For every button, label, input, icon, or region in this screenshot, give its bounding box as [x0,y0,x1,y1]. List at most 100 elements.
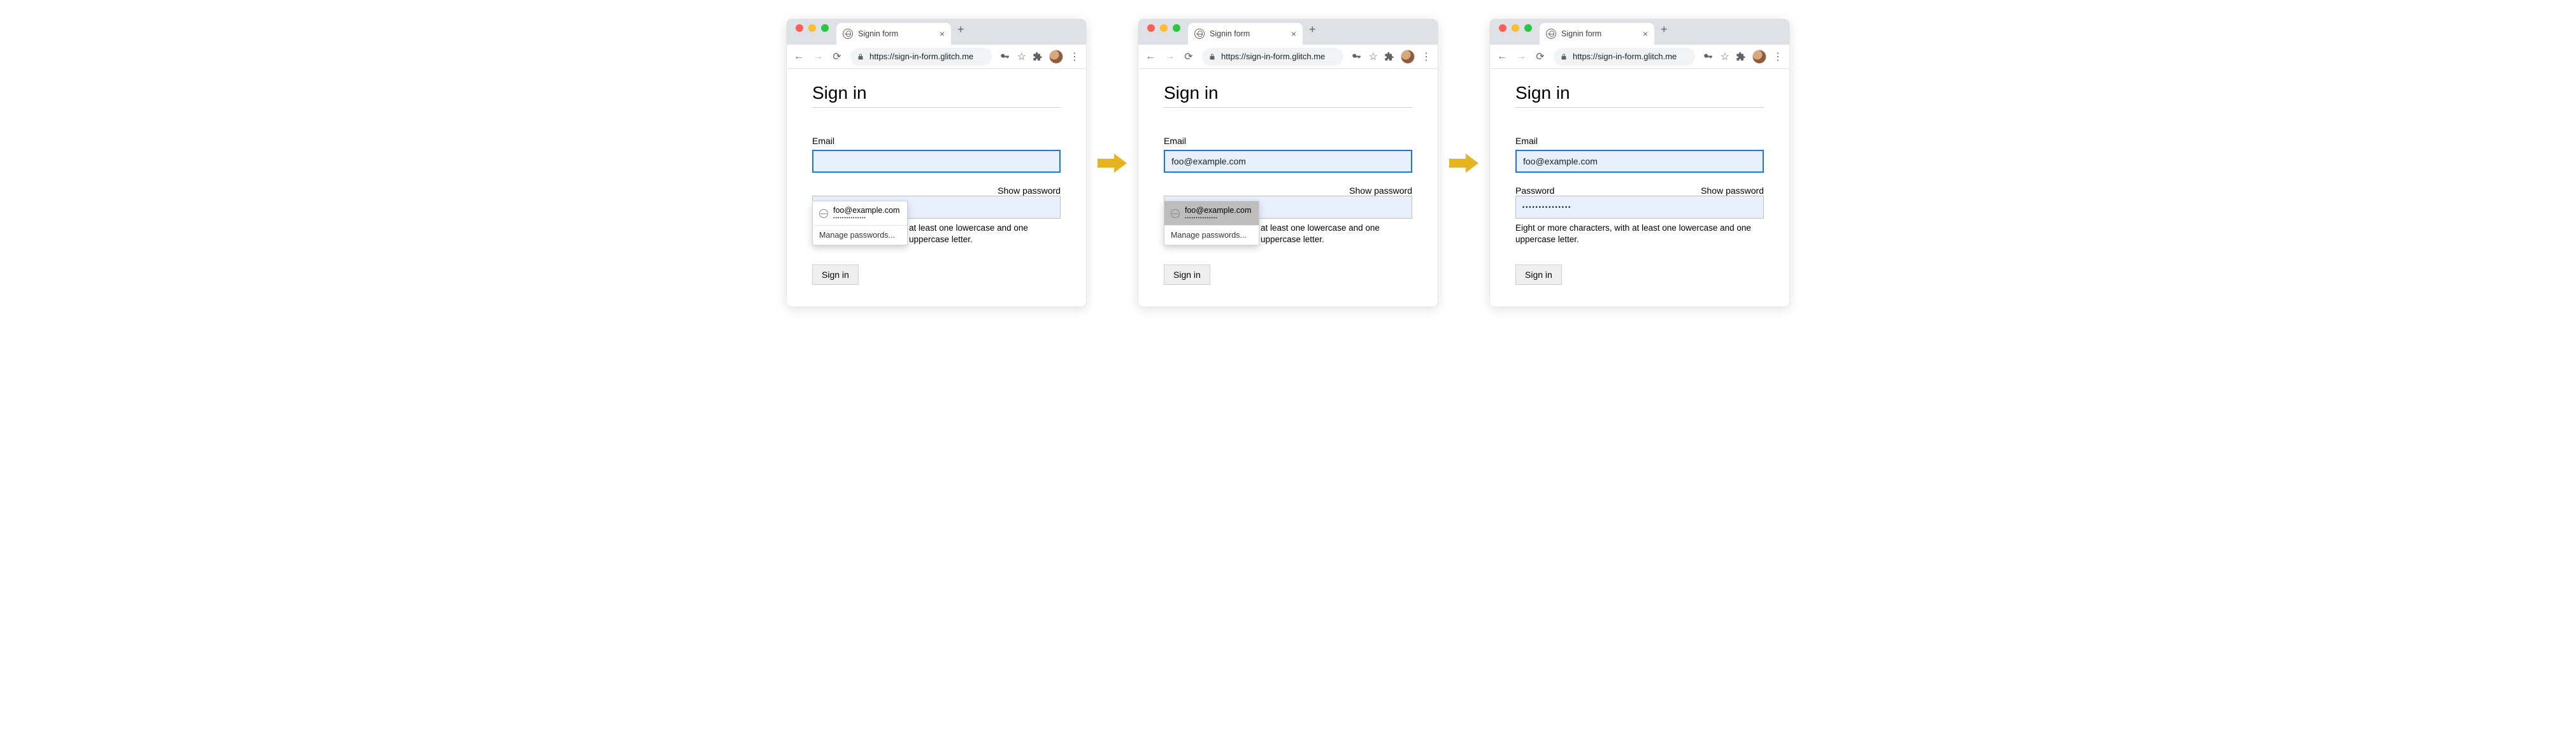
email-input[interactable] [1515,150,1764,173]
extensions-icon[interactable] [1384,52,1394,62]
star-icon[interactable]: ☆ [1369,50,1378,63]
page-heading: Sign in [1164,83,1412,103]
page-content: Sign in Email foo@example.com ••••••••••… [787,69,1086,307]
close-window-button[interactable] [1147,24,1155,32]
autofill-dropdown: foo@example.com ••••••••••••••• Manage p… [812,201,908,245]
minimize-window-button[interactable] [808,24,816,32]
arrow-icon [1098,154,1127,173]
profile-avatar[interactable] [1752,50,1766,64]
address-bar[interactable]: https://sign-in-form.glitch.me [1554,48,1695,66]
reload-button[interactable]: ⟳ [1183,50,1194,63]
page-content: Sign in Email foo@example.com ••••••••••… [1138,69,1438,307]
menu-icon[interactable]: ⋮ [1773,50,1783,63]
maximize-window-button[interactable] [1173,24,1180,32]
profile-avatar[interactable] [1049,50,1063,64]
page-heading: Sign in [1515,83,1764,103]
maximize-window-button[interactable] [821,24,829,32]
close-tab-icon[interactable]: × [1291,29,1296,38]
signin-button[interactable]: Sign in [812,265,859,285]
maximize-window-button[interactable] [1524,24,1532,32]
reload-button[interactable]: ⟳ [831,50,843,63]
browser-tab[interactable]: Signin form × [836,23,951,45]
forward-button[interactable]: → [1164,51,1175,62]
key-icon[interactable] [1703,51,1714,62]
back-button[interactable]: ← [793,51,805,62]
titlebar: Signin form × + [1138,19,1438,45]
tab-title: Signin form [858,29,898,38]
show-password-toggle[interactable]: Show password [1701,185,1764,196]
show-password-toggle[interactable]: Show password [1349,185,1412,196]
menu-icon[interactable]: ⋮ [1421,50,1431,63]
new-tab-button[interactable]: + [951,23,971,41]
toolbar: ← → ⟳ https://sign-in-form.glitch.me ☆ ⋮ [1138,45,1438,69]
divider [1164,107,1412,108]
address-bar[interactable]: https://sign-in-form.glitch.me [850,48,992,66]
star-icon[interactable]: ☆ [1721,50,1729,63]
close-tab-icon[interactable]: × [940,29,945,38]
url-text: https://sign-in-form.glitch.me [869,52,973,61]
signin-button[interactable]: Sign in [1164,265,1210,285]
email-input[interactable] [1164,150,1412,173]
browser-tab[interactable]: Signin form × [1188,23,1303,45]
globe-icon [1546,29,1556,39]
toolbar-actions: ☆ ⋮ [1703,50,1783,64]
extensions-icon[interactable] [1033,52,1043,62]
close-tab-icon[interactable]: × [1643,29,1648,38]
close-window-button[interactable] [1499,24,1506,32]
tab-title: Signin form [1561,29,1601,38]
browser-window-3: Signin form × + ← → ⟳ https://sign-in-fo… [1490,19,1789,307]
autofill-email: foo@example.com [1185,206,1251,215]
autofill-password-mask: ••••••••••••••• [833,216,899,221]
page-content: Sign in Email Password Show password •••… [1490,69,1789,307]
titlebar: Signin form × + [1490,19,1789,45]
key-icon[interactable] [999,51,1011,62]
menu-icon[interactable]: ⋮ [1070,50,1080,63]
manage-passwords-link[interactable]: Manage passwords... [1164,226,1259,245]
back-button[interactable]: ← [1496,51,1508,62]
password-label: Password [1515,185,1554,196]
password-input[interactable]: ••••••••••••••• [1515,196,1764,219]
key-icon[interactable] [1351,51,1363,62]
window-controls [1495,24,1536,40]
password-hint: Eight or more characters, with at least … [1515,222,1764,245]
star-icon[interactable]: ☆ [1017,50,1026,63]
divider [812,107,1061,108]
manage-passwords-link[interactable]: Manage passwords... [813,226,907,245]
autofill-suggestion[interactable]: foo@example.com ••••••••••••••• [813,201,907,225]
reload-button[interactable]: ⟳ [1535,50,1546,63]
browser-tab[interactable]: Signin form × [1540,23,1654,45]
lock-icon [857,53,864,61]
page-heading: Sign in [812,83,1061,103]
back-button[interactable]: ← [1145,51,1156,62]
lock-icon [1208,53,1216,61]
minimize-window-button[interactable] [1160,24,1168,32]
toolbar-actions: ☆ ⋮ [999,50,1080,64]
toolbar: ← → ⟳ https://sign-in-form.glitch.me ☆ ⋮ [1490,45,1789,69]
forward-button[interactable]: → [1515,51,1527,62]
globe-icon [1194,29,1205,39]
autofill-suggestion[interactable]: foo@example.com ••••••••••••••• [1164,201,1259,225]
profile-avatar[interactable] [1401,50,1415,64]
browser-window-1: Signin form × + ← → ⟳ https://sign-in-fo… [787,19,1086,307]
toolbar: ← → ⟳ https://sign-in-form.glitch.me ☆ ⋮ [787,45,1086,69]
forward-button[interactable]: → [812,51,824,62]
email-label: Email [812,136,1061,146]
globe-icon [819,209,828,218]
divider [1515,107,1764,108]
address-bar[interactable]: https://sign-in-form.glitch.me [1202,48,1343,66]
email-input[interactable] [812,150,1061,173]
lock-icon [1560,53,1568,61]
extensions-icon[interactable] [1736,52,1746,62]
browser-window-2: Signin form × + ← → ⟳ https://sign-in-fo… [1138,19,1438,307]
url-text: https://sign-in-form.glitch.me [1221,52,1325,61]
close-window-button[interactable] [796,24,803,32]
window-controls [792,24,833,40]
autofill-dropdown: foo@example.com ••••••••••••••• Manage p… [1164,201,1259,245]
show-password-toggle[interactable]: Show password [998,185,1061,196]
new-tab-button[interactable]: + [1654,23,1674,41]
toolbar-actions: ☆ ⋮ [1351,50,1431,64]
new-tab-button[interactable]: + [1303,23,1322,41]
signin-button[interactable]: Sign in [1515,265,1562,285]
minimize-window-button[interactable] [1512,24,1519,32]
url-text: https://sign-in-form.glitch.me [1573,52,1677,61]
